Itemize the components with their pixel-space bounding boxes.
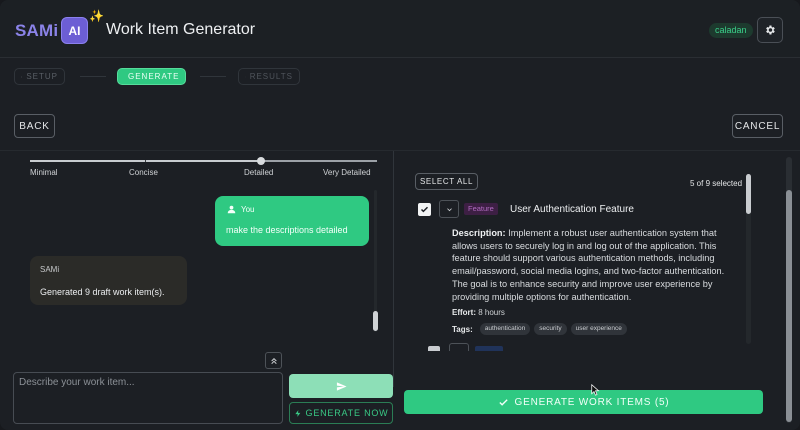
step-generate[interactable]: GENERATE	[117, 68, 186, 85]
item-type-badge: Feature	[464, 203, 498, 215]
user-icon	[227, 205, 236, 214]
description-text: Implement a robust user authentication s…	[452, 228, 725, 302]
header: SAMi AI ✨ Work Item Generator caladan	[0, 0, 800, 58]
assistant-message-text: Generated 9 draft work item(s).	[40, 287, 165, 297]
selection-count: 5 of 9 selected	[690, 179, 743, 188]
expand-button[interactable]	[439, 200, 459, 218]
page-title: Work Item Generator	[106, 21, 256, 38]
gear-icon	[21, 75, 23, 78]
tag-chip: user experience	[570, 323, 627, 335]
list-icon	[245, 76, 246, 77]
collapse-button[interactable]	[265, 352, 282, 369]
generate-now-label: GENERATE NOW	[305, 408, 389, 418]
brand-logo: SAMi	[15, 21, 59, 40]
item-checkbox[interactable]	[428, 346, 440, 351]
back-button[interactable]: BACK	[14, 114, 55, 138]
mouse-cursor-icon	[591, 384, 600, 396]
item-checkbox[interactable]	[418, 203, 431, 216]
prompt-input[interactable]	[13, 372, 283, 424]
panel-divider	[393, 151, 394, 387]
page-scrollbar-thumb[interactable]	[786, 190, 792, 422]
double-chevron-up-icon	[270, 357, 277, 364]
bolt-icon	[294, 409, 300, 417]
slider-label-detailed: Detailed	[244, 168, 274, 177]
sparkle-icon: ✨	[89, 9, 104, 23]
ai-badge: AI	[61, 17, 88, 44]
step-connector	[200, 76, 226, 77]
check-icon	[420, 206, 429, 213]
send-button[interactable]	[289, 374, 393, 398]
user-message-text: make the descriptions detailed	[226, 225, 348, 235]
slider-label-very-detailed: Very Detailed	[323, 168, 371, 177]
tag-chip: authentication	[479, 323, 531, 335]
send-icon	[336, 381, 347, 391]
item-type-badge	[475, 346, 503, 351]
item-tags: Tags: authentication security user exper…	[452, 323, 627, 335]
list-item	[428, 343, 508, 351]
step-generate-label: GENERATE	[128, 72, 180, 81]
item-effort: Effort: 8 hours	[452, 308, 505, 317]
cancel-button[interactable]: CANCEL	[732, 114, 783, 138]
generate-work-items-button[interactable]: GENERATE WORK ITEMS (5)	[404, 390, 763, 414]
settings-button[interactable]	[757, 17, 783, 43]
check-icon	[498, 398, 508, 406]
chevron-down-icon	[446, 207, 452, 211]
step-connector	[80, 76, 106, 77]
user-chip: caladan	[709, 23, 753, 38]
select-all-button[interactable]: SELECT ALL	[415, 173, 478, 190]
item-title: User Authentication Feature	[510, 204, 634, 215]
effort-label: Effort:	[452, 308, 476, 317]
detail-slider-thumb[interactable]	[257, 157, 265, 165]
assistant-message: SAMi Generated 9 draft work item(s).	[30, 256, 187, 305]
slider-label-minimal: Minimal	[30, 168, 58, 177]
item-description: Description: Implement a robust user aut…	[452, 227, 742, 303]
generate-work-items-label: GENERATE WORK ITEMS (5)	[514, 396, 670, 408]
chat-scrollbar-thumb[interactable]	[373, 311, 378, 331]
tags-label: Tags:	[452, 324, 473, 334]
tag-chip: security	[534, 323, 567, 335]
step-results-label: RESULTS	[249, 72, 293, 81]
results-scrollbar-thumb[interactable]	[746, 174, 751, 214]
section-divider	[0, 150, 800, 151]
user-author-label: You	[241, 205, 255, 214]
step-setup-label: SETUP	[26, 72, 58, 81]
slider-label-concise: Concise	[129, 168, 158, 177]
step-setup[interactable]: SETUP	[14, 68, 65, 85]
user-message: You make the descriptions detailed	[215, 196, 369, 246]
generate-now-button[interactable]: GENERATE NOW	[289, 402, 393, 424]
slider-tick	[145, 160, 146, 162]
expand-button[interactable]	[449, 343, 469, 351]
message-author: You	[227, 205, 255, 214]
effort-value: 8 hours	[478, 308, 505, 317]
app-window: SAMi AI ✨ Work Item Generator caladan SE…	[0, 0, 800, 430]
description-label: Description:	[452, 228, 506, 238]
assistant-author-label: SAMi	[40, 265, 60, 274]
gear-icon	[766, 25, 775, 35]
step-results[interactable]: RESULTS	[238, 68, 300, 85]
